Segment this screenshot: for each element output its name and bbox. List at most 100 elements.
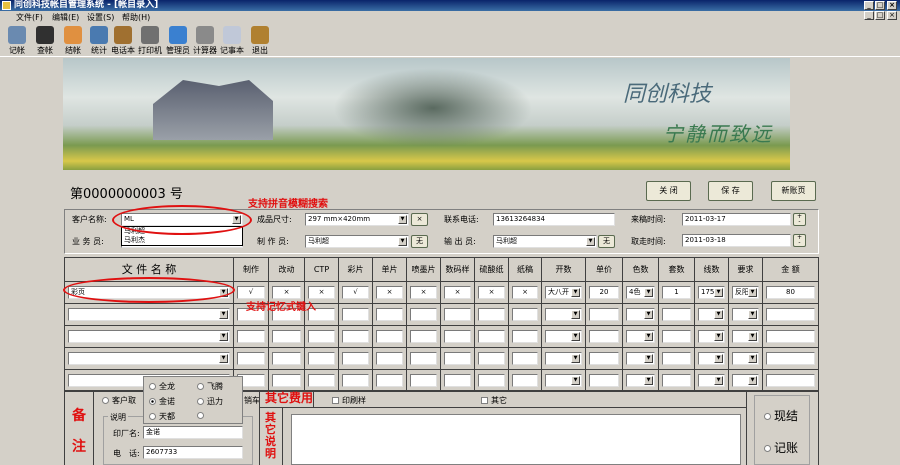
- cell-combobox[interactable]: ▼: [698, 352, 725, 365]
- cell-input[interactable]: ×: [376, 286, 403, 299]
- suggestion-item[interactable]: 马利杰: [124, 236, 242, 245]
- cell-input[interactable]: [766, 308, 815, 321]
- pickup-time-input[interactable]: 2011-03-18: [682, 234, 791, 247]
- cell-combobox[interactable]: ▼: [68, 308, 230, 321]
- cell-combobox[interactable]: ▼: [545, 374, 582, 387]
- chevron-down-icon[interactable]: ▼: [571, 332, 580, 341]
- cell-input[interactable]: [342, 330, 369, 343]
- pickup-time-spinner[interactable]: + -: [793, 234, 806, 247]
- other-description-textarea[interactable]: [291, 414, 741, 465]
- factory-input[interactable]: 金诺: [143, 426, 243, 439]
- cell-input[interactable]: [589, 330, 619, 343]
- chevron-down-icon[interactable]: ▼: [398, 215, 407, 224]
- factory-option-radio[interactable]: 天都: [149, 411, 175, 422]
- cell-input[interactable]: 20: [589, 286, 619, 299]
- chevron-down-icon[interactable]: ▼: [571, 288, 580, 297]
- cell-input[interactable]: [272, 352, 301, 365]
- cell-combobox[interactable]: ▼: [545, 308, 582, 321]
- size-combobox[interactable]: 297 mm×420mm ▼: [305, 213, 409, 226]
- cell-input[interactable]: 80: [766, 286, 815, 299]
- chevron-down-icon[interactable]: ▼: [748, 310, 757, 319]
- factory-option-radio[interactable]: 飞腾: [197, 381, 223, 392]
- other-checkbox[interactable]: 其它: [481, 395, 507, 406]
- chevron-down-icon[interactable]: ▼: [644, 288, 653, 297]
- cell-input[interactable]: [410, 308, 437, 321]
- cell-input[interactable]: [272, 330, 301, 343]
- cell-input[interactable]: [237, 330, 265, 343]
- cell-combobox[interactable]: ▼: [698, 330, 725, 343]
- factory-option-radio[interactable]: 金诺: [149, 396, 175, 407]
- cell-combobox[interactable]: ▼: [68, 352, 230, 365]
- cell-combobox[interactable]: ▼: [545, 330, 582, 343]
- cell-combobox[interactable]: ▼: [732, 352, 759, 365]
- size-clear-button[interactable]: ×: [411, 213, 428, 226]
- cell-input[interactable]: [766, 330, 815, 343]
- arrive-time-input[interactable]: 2011-03-17: [682, 213, 791, 226]
- cell-input[interactable]: [512, 352, 538, 365]
- menu-settings[interactable]: 设置(S): [87, 11, 114, 24]
- cell-input[interactable]: [478, 308, 505, 321]
- cell-input[interactable]: [589, 374, 619, 387]
- cell-input[interactable]: [342, 352, 369, 365]
- cell-input[interactable]: [444, 352, 471, 365]
- cell-input[interactable]: [478, 330, 505, 343]
- cell-input[interactable]: [308, 374, 335, 387]
- output-combobox[interactable]: 马利超 ▼: [493, 235, 597, 248]
- cell-input[interactable]: [662, 352, 691, 365]
- cash-radio[interactable]: 现结: [764, 407, 798, 424]
- cell-input[interactable]: [308, 330, 335, 343]
- cell-combobox[interactable]: ▼: [626, 308, 655, 321]
- chevron-down-icon[interactable]: ▼: [714, 288, 723, 297]
- menu-file[interactable]: 文件(F): [16, 11, 43, 24]
- cell-input[interactable]: [342, 374, 369, 387]
- chevron-down-icon[interactable]: ▼: [571, 354, 580, 363]
- chevron-down-icon[interactable]: ▼: [219, 310, 228, 319]
- cell-combobox[interactable]: ▼: [626, 352, 655, 365]
- cell-input[interactable]: [376, 308, 403, 321]
- chevron-down-icon[interactable]: ▼: [398, 237, 407, 246]
- cell-combobox[interactable]: ▼: [698, 308, 725, 321]
- cell-input[interactable]: [662, 308, 691, 321]
- cell-input[interactable]: [376, 374, 403, 387]
- cell-combobox[interactable]: ▼: [626, 374, 655, 387]
- cell-input[interactable]: ×: [410, 286, 437, 299]
- close-button[interactable]: 关 闭: [646, 181, 691, 201]
- cell-input[interactable]: [237, 352, 265, 365]
- chevron-down-icon[interactable]: ▼: [714, 332, 723, 341]
- cell-combobox[interactable]: ▼: [732, 374, 759, 387]
- cell-input[interactable]: [589, 352, 619, 365]
- maker-combobox[interactable]: 马利超 ▼: [305, 235, 409, 248]
- chevron-down-icon[interactable]: ▼: [644, 332, 653, 341]
- cell-input[interactable]: [444, 330, 471, 343]
- customer-pickup-radio[interactable]: 客户取: [102, 395, 136, 406]
- cell-input[interactable]: [766, 352, 815, 365]
- mdi-close-button[interactable]: ×: [887, 11, 897, 20]
- chevron-down-icon[interactable]: ▼: [714, 354, 723, 363]
- cell-input[interactable]: [512, 374, 538, 387]
- cell-combobox[interactable]: 175线 ▼: [698, 286, 725, 299]
- cell-input[interactable]: [478, 352, 505, 365]
- cell-input[interactable]: ×: [478, 286, 505, 299]
- factory-option-radio[interactable]: 迅力: [197, 396, 223, 407]
- new-page-button[interactable]: 新账页: [771, 181, 816, 201]
- chevron-down-icon[interactable]: ▼: [219, 332, 228, 341]
- cell-input[interactable]: [662, 330, 691, 343]
- maker-none-button[interactable]: 无: [411, 235, 428, 248]
- maximize-button[interactable]: □: [875, 1, 885, 10]
- cell-input[interactable]: 1: [662, 286, 691, 299]
- cell-combobox[interactable]: ▼: [732, 308, 759, 321]
- cell-combobox[interactable]: ▼: [545, 352, 582, 365]
- phone-input[interactable]: 13613264834: [493, 213, 615, 226]
- chevron-down-icon[interactable]: ▼: [644, 354, 653, 363]
- cell-input[interactable]: [444, 308, 471, 321]
- mdi-restore-button[interactable]: □: [875, 11, 885, 20]
- cell-input[interactable]: [512, 308, 538, 321]
- print-sample-checkbox[interactable]: 印刷样: [332, 395, 366, 406]
- cell-input[interactable]: √: [342, 286, 369, 299]
- chevron-down-icon[interactable]: ▼: [644, 310, 653, 319]
- cell-combobox[interactable]: ▼: [698, 374, 725, 387]
- chevron-down-icon[interactable]: ▼: [714, 310, 723, 319]
- cell-combobox[interactable]: 大八开 ▼: [545, 286, 582, 299]
- cell-input[interactable]: [766, 374, 815, 387]
- cell-input[interactable]: [662, 374, 691, 387]
